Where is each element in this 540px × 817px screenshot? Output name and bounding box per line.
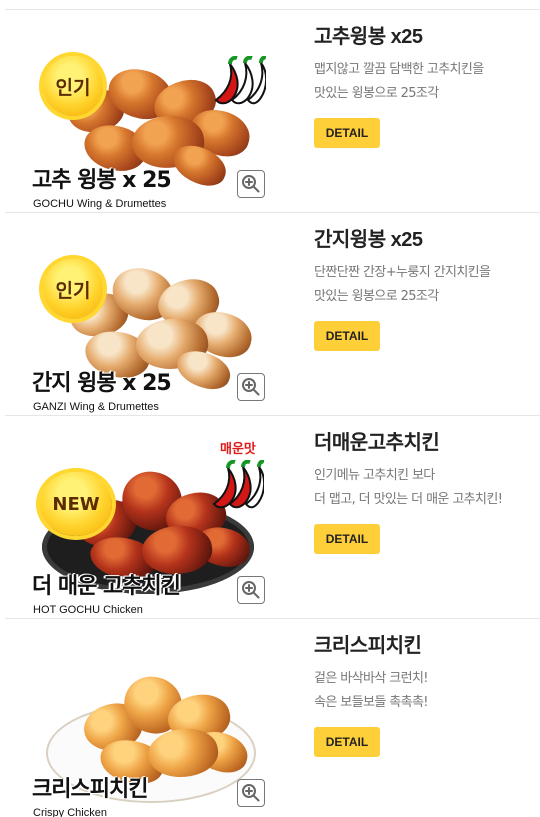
detail-button[interactable]: DETAIL	[314, 524, 380, 554]
menu-title: 크리스피치킨	[314, 635, 422, 657]
crispy-chicken-image[interactable]: 크리스피치킨 Crispy Chicken	[30, 637, 265, 817]
image-subtitle: GANZI Wing & Drumettes	[33, 401, 159, 413]
menu-item-gochu-wing: 인기 고추 윙봉 x 25 GOCHU Wing & Drumettes 고추윙…	[5, 9, 540, 212]
chili-pepper-icon	[212, 460, 264, 509]
menu-item-crispy-chicken: 크리스피치킨 Crispy Chicken 크리스피치킨 겉은 바삭바삭 크런치…	[5, 618, 540, 817]
detail-button[interactable]: DETAIL	[314, 727, 380, 757]
zoom-in-icon[interactable]	[237, 576, 265, 604]
image-subtitle: HOT GOCHU Chicken	[33, 604, 143, 616]
ganzi-wing-image[interactable]: 인기 간지 윙봉 x 25 GANZI Wing & Drumettes	[30, 231, 265, 413]
image-title: 크리스피치킨	[32, 777, 148, 802]
image-title: 더 매운 고추치킨	[32, 574, 181, 599]
zoom-in-icon[interactable]	[237, 373, 265, 401]
menu-item-ganzi-wing: 인기 간지 윙봉 x 25 GANZI Wing & Drumettes 간지윙…	[5, 212, 540, 415]
hot-gochu-chicken-info: 더매운고추치킨 인기메뉴 고추치킨 보다 더 맵고, 더 맛있는 더 매운 고추…	[314, 429, 540, 554]
popular-badge: 인기	[43, 56, 103, 116]
ganzi-wing-info: 간지윙봉 x25 단짠단짠 간장+누룽지 간지치킨을 맛있는 윙봉으로 25조각…	[314, 226, 540, 351]
detail-button[interactable]: DETAIL	[314, 118, 380, 148]
menu-description: 겉은 바삭바삭 크런치! 속은 보들보들 촉촉촉!	[314, 671, 429, 710]
zoom-in-icon[interactable]	[237, 170, 265, 198]
menu-title: 더매운고추치킨	[314, 432, 440, 454]
crispy-chicken-info: 크리스피치킨 겉은 바삭바삭 크런치! 속은 보들보들 촉촉촉! DETAIL	[314, 632, 540, 757]
popular-badge: 인기	[43, 259, 103, 319]
menu-description: 인기메뉴 고추치킨 보다 더 맵고, 더 맛있는 더 매운 고추치킨!	[314, 468, 503, 507]
menu-description: 맵지않고 깔끔 담백한 고추치킨을 맛있는 윙봉으로 25조각	[314, 62, 484, 101]
image-title: 고추 윙봉 x 25	[32, 168, 172, 193]
menu-description: 단짠단짠 간장+누룽지 간지치킨을 맛있는 윙봉으로 25조각	[314, 265, 491, 304]
image-subtitle: GOCHU Wing & Drumettes	[33, 198, 167, 210]
hot-gochu-chicken-image[interactable]: NEW 매운맛 더 매운 고추치킨 HOT GOCHU Chicken	[30, 434, 265, 616]
gochu-wing-image[interactable]: 인기 고추 윙봉 x 25 GOCHU Wing & Drumettes	[30, 28, 266, 210]
menu-item-hot-gochu-chicken: NEW 매운맛 더 매운 고추치킨 HOT GOCHU Chicken 더매운고…	[5, 415, 540, 618]
menu-title: 고추윙봉 x25	[314, 26, 423, 48]
detail-button[interactable]: DETAIL	[314, 321, 380, 351]
zoom-in-icon[interactable]	[237, 779, 265, 807]
gochu-wing-info: 고추윙봉 x25 맵지않고 깔끔 담백한 고추치킨을 맛있는 윙봉으로 25조각…	[314, 23, 540, 148]
menu-list: 인기 고추 윙봉 x 25 GOCHU Wing & Drumettes 고추윙…	[0, 0, 540, 817]
image-title: 간지 윙봉 x 25	[32, 371, 172, 396]
chili-pepper-icon	[214, 56, 266, 105]
new-badge: NEW	[40, 472, 112, 536]
menu-title: 간지윙봉 x25	[314, 229, 423, 251]
image-subtitle: Crispy Chicken	[33, 807, 107, 817]
spicy-label: 매운맛	[220, 442, 256, 457]
